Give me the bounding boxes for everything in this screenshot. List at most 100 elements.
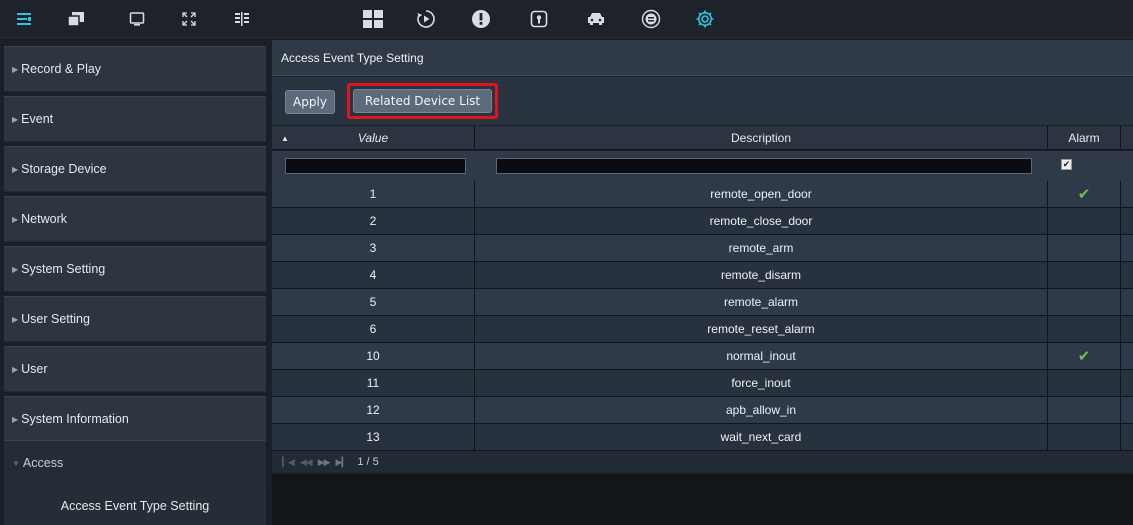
filter-row: ✔ (272, 151, 1133, 181)
table-row[interactable]: 10 normal_inout ✔ (272, 343, 1133, 370)
description-cell: remote_disarm (475, 262, 1048, 288)
sidebar-item-user[interactable]: ▶ User (4, 346, 266, 392)
face-icon[interactable] (640, 8, 662, 30)
sidebar-item-network[interactable]: ▶ Network (4, 196, 266, 242)
table-row[interactable]: 2 remote_close_door (272, 208, 1133, 235)
table-row[interactable]: 12 apb_allow_in (272, 397, 1133, 424)
alarm-cell[interactable] (1048, 208, 1121, 234)
table-row[interactable]: 13 wait_next_card (272, 424, 1133, 451)
value-cell: 1 (272, 181, 475, 207)
sidebar-item-label: Storage Device (21, 162, 107, 176)
alarm-cell[interactable]: ✔ (1048, 343, 1121, 369)
sidebar-item-label: Record & Play (21, 62, 102, 76)
window-tile-icon[interactable] (65, 8, 87, 30)
description-cell: normal_inout (475, 343, 1048, 369)
expand-triangle-icon: ▶ (12, 114, 19, 124)
description-cell: remote_alarm (475, 289, 1048, 315)
fullscreen-icon[interactable] (178, 8, 200, 30)
sidebar-item-record-play[interactable]: ▶ Record & Play (4, 46, 266, 92)
alarm-cell[interactable] (1048, 424, 1121, 450)
column-header-description[interactable]: Description (475, 126, 1048, 150)
settings-icon[interactable] (694, 8, 716, 30)
next-page-icon[interactable]: ▶▶ (318, 457, 331, 468)
expand-triangle-icon: ▶ (12, 364, 19, 374)
alarm-filter-checkbox[interactable]: ✔ (1061, 159, 1072, 170)
expand-triangle-icon: ▶ (12, 214, 19, 224)
column-header-alarm[interactable]: Alarm (1048, 126, 1121, 150)
table-row[interactable]: 1 remote_open_door ✔ (272, 181, 1133, 208)
description-cell: remote_close_door (475, 208, 1048, 234)
description-cell: remote_arm (475, 235, 1048, 261)
description-filter-input[interactable] (496, 158, 1032, 174)
expand-triangle-icon: ▶ (12, 264, 19, 274)
alarm-cell[interactable] (1048, 262, 1121, 288)
value-cell: 5 (272, 289, 475, 315)
access-control-icon[interactable] (528, 8, 550, 30)
expand-triangle-icon: ▶ (12, 414, 19, 424)
table-row[interactable]: 3 remote_arm (272, 235, 1133, 262)
top-toolbar (0, 0, 1133, 38)
sidebar-item-system-setting[interactable]: ▶ System Setting (4, 246, 266, 292)
value-filter-input[interactable] (285, 158, 466, 174)
empty-area (272, 474, 1133, 525)
first-page-icon[interactable]: ▎◀ (282, 457, 295, 468)
split-screen-icon[interactable] (231, 8, 253, 30)
playback-icon[interactable] (415, 8, 437, 30)
sidebar-subitem-access-event-type-setting[interactable]: Access Event Type Setting (4, 486, 266, 525)
alarm-cell[interactable]: ✔ (1048, 181, 1121, 207)
sidebar: ▶ Record & Play ▶ Event ▶ Storage Device ▶ N… (0, 40, 270, 525)
description-cell: wait_next_card (475, 424, 1048, 450)
vehicle-icon[interactable] (585, 8, 607, 30)
sidebar-item-label: System Information (21, 412, 129, 426)
sidebar-item-system-information[interactable]: ▶ System Information (4, 396, 266, 442)
table-row[interactable]: 5 remote_alarm (272, 289, 1133, 316)
apply-button[interactable]: Apply (285, 90, 335, 114)
description-cell: remote_reset_alarm (475, 316, 1048, 342)
page-title: Access Event Type Setting (272, 40, 1133, 76)
table-row[interactable]: 4 remote_disarm (272, 262, 1133, 289)
alarm-cell[interactable] (1048, 370, 1121, 396)
check-icon: ✔ (1077, 186, 1091, 203)
layout-grid-icon[interactable] (362, 8, 384, 30)
sidebar-item-label: System Setting (21, 262, 106, 276)
previous-page-icon[interactable]: ◀◀ (300, 457, 313, 468)
highlight-box (347, 83, 498, 119)
alarm-cell[interactable] (1048, 397, 1121, 423)
sidebar-item-label: Network (21, 212, 67, 226)
description-cell: remote_open_door (475, 181, 1048, 207)
sidebar-item-label: Event (21, 112, 54, 126)
table-header: ▲ Value Description Alarm (272, 126, 1133, 150)
collapse-triangle-icon: ▼ (12, 458, 20, 468)
value-cell: 4 (272, 262, 475, 288)
expand-triangle-icon: ▶ (12, 64, 19, 74)
main-panel: Access Event Type Setting Apply Related … (272, 40, 1133, 525)
sort-ascending-icon: ▲ (281, 133, 289, 143)
pagination-bar: ▎◀ ◀◀ ▶▶ ▶▎ 1 / 5 (272, 451, 1133, 473)
alarm-cell[interactable] (1048, 235, 1121, 261)
menu-icon[interactable] (13, 8, 35, 30)
description-cell: apb_allow_in (475, 397, 1048, 423)
expand-triangle-icon: ▶ (12, 314, 19, 324)
monitor-icon[interactable] (126, 8, 148, 30)
value-cell: 3 (272, 235, 475, 261)
sidebar-item-storage-device[interactable]: ▶ Storage Device (4, 146, 266, 192)
sidebar-item-label: User (21, 362, 48, 376)
sidebar-item-label: User Setting (21, 312, 90, 326)
table-row[interactable]: 11 force_inout (272, 370, 1133, 397)
alarm-cell[interactable] (1048, 316, 1121, 342)
value-cell: 13 (272, 424, 475, 450)
alarm-cell[interactable] (1048, 289, 1121, 315)
expand-triangle-icon: ▶ (12, 164, 19, 174)
last-page-icon[interactable]: ▶▎ (336, 457, 349, 468)
value-cell: 2 (272, 208, 475, 234)
alarm-icon[interactable] (470, 8, 492, 30)
value-cell: 11 (272, 370, 475, 396)
sidebar-item-event[interactable]: ▶ Event (4, 96, 266, 142)
table-row[interactable]: 6 remote_reset_alarm (272, 316, 1133, 343)
sidebar-item-access[interactable]: ▼ Access (4, 440, 266, 486)
column-header-value[interactable]: ▲ Value (272, 126, 475, 150)
sidebar-item-label: Access (22, 456, 64, 470)
sidebar-item-user-setting[interactable]: ▶ User Setting (4, 296, 266, 342)
page-indicator: 1 / 5 (357, 456, 379, 468)
check-icon: ✔ (1077, 348, 1091, 365)
